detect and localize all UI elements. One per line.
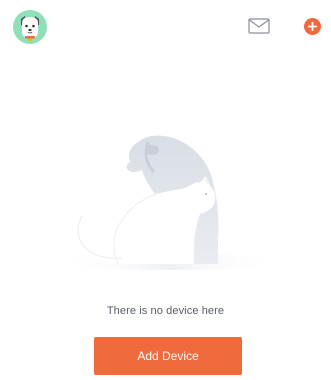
add-button[interactable] xyxy=(304,18,321,35)
empty-state-illustration xyxy=(60,120,280,280)
plus-circle-icon xyxy=(304,18,321,35)
user-avatar[interactable] xyxy=(13,10,47,44)
add-device-button[interactable]: Add Device xyxy=(94,337,242,375)
device-list-screen: There is no device here Add Device xyxy=(0,0,331,380)
dog-avatar-icon xyxy=(13,10,47,44)
dog-and-cat-silhouette xyxy=(60,135,280,270)
envelope-icon xyxy=(248,18,270,34)
empty-state-message: There is no device here xyxy=(106,305,225,317)
messages-button[interactable] xyxy=(248,17,270,35)
